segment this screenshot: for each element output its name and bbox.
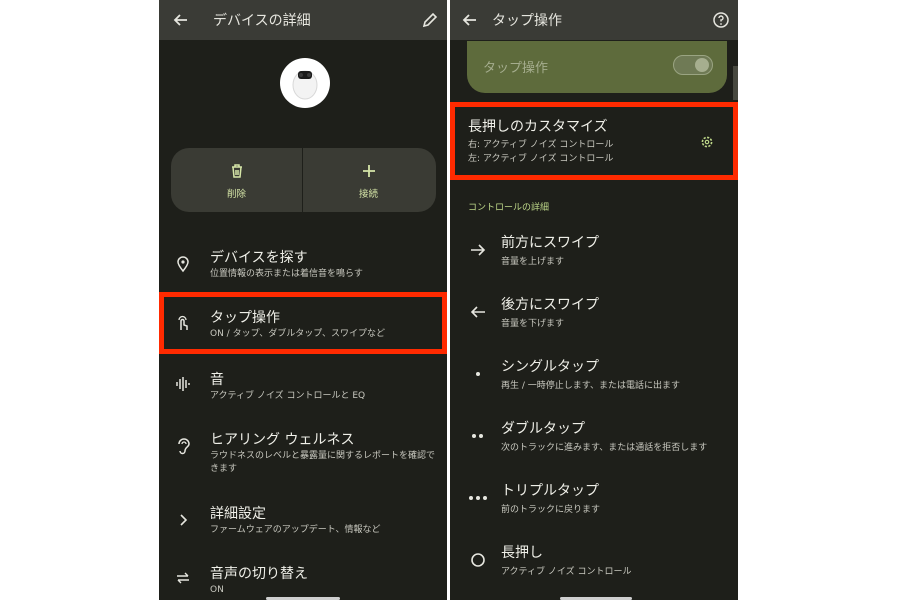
control-swipe-backward[interactable]: 後方にスワイプ 音量を下げます xyxy=(450,290,738,340)
delete-button[interactable]: 削除 xyxy=(171,148,302,212)
control-single-tap[interactable]: シングルタップ 再生 / 一時停止します、または電話に出ます xyxy=(450,352,738,402)
control-double-tap[interactable]: ダブルタップ 次のトラックに進みます、または通話を拒否します xyxy=(450,414,738,464)
ear-icon xyxy=(173,436,193,456)
control-triple-tap[interactable]: トリプルタップ 前のトラックに戻ります xyxy=(450,476,738,526)
page-title: タップ操作 xyxy=(492,13,562,29)
control-subtitle: アクティブ ノイズ コントロール xyxy=(501,567,632,577)
item-subtitle: ON xyxy=(210,585,224,595)
settings-item-find-device[interactable]: デバイスを探す 位置情報の表示または着信音を鳴らす xyxy=(159,240,447,290)
control-title: 長押し xyxy=(501,545,543,561)
trash-icon xyxy=(228,162,246,180)
item-title: 詳細設定 xyxy=(210,506,266,522)
control-subtitle: 音量を下げます xyxy=(501,319,565,329)
single-dot-icon xyxy=(468,364,488,384)
double-dot-icon xyxy=(468,426,488,446)
item-subtitle: ラウドネスのレベルと暴露量に関するレポートを確認できます xyxy=(210,451,436,474)
delete-label: 削除 xyxy=(226,189,246,200)
arrow-left-icon xyxy=(468,302,488,322)
arrow-back-icon[interactable] xyxy=(460,10,480,30)
help-circle-icon[interactable] xyxy=(711,10,731,30)
control-title: 後方にスワイプ xyxy=(501,297,599,313)
action-buttons: 削除 接続 xyxy=(171,148,436,212)
arrow-back-icon[interactable] xyxy=(171,10,191,30)
connect-label: 接続 xyxy=(358,189,378,200)
control-title: ダブルタップ xyxy=(501,421,585,437)
control-title: トリプルタップ xyxy=(501,483,599,499)
settings-item-advanced[interactable]: 詳細設定 ファームウェアのアップデート、情報など xyxy=(159,496,447,546)
control-title: シングルタップ xyxy=(501,359,599,375)
plus-icon xyxy=(360,162,378,180)
control-title: 前方にスワイプ xyxy=(501,235,599,251)
left-screen: デバイスの詳細 削除 接続 デバイスを探す 位置情報の表示または着信音を鳴らす … xyxy=(159,0,447,600)
item-title: デバイスを探す xyxy=(210,250,308,266)
triple-dot-icon xyxy=(468,488,488,508)
toggle-label: タップ操作 xyxy=(483,61,549,76)
top-app-bar: デバイスの詳細 xyxy=(159,0,447,40)
section-header: コントロールの詳細 xyxy=(468,203,550,213)
highlight-box-tap-controls xyxy=(159,292,447,354)
pencil-icon[interactable] xyxy=(420,10,440,30)
top-app-bar: タップ操作 xyxy=(450,0,738,40)
item-subtitle: アクティブ ノイズ コントロールと EQ xyxy=(210,391,366,401)
control-subtitle: 次のトラックに進みます、または通話を拒否します xyxy=(501,443,708,453)
circle-outline-icon xyxy=(468,550,488,570)
item-title: 音 xyxy=(210,372,224,388)
control-subtitle: 前のトラックに戻ります xyxy=(501,505,601,515)
location-pin-icon xyxy=(173,254,193,274)
control-swipe-forward[interactable]: 前方にスワイプ 音量を上げます xyxy=(450,228,738,278)
right-screen: タップ操作 タップ操作 長押しのカスタマイズ 右: アクティブ ノイズ コントロ… xyxy=(450,0,738,600)
settings-item-sound[interactable]: 音 アクティブ ノイズ コントロールと EQ xyxy=(159,362,447,412)
item-subtitle: 位置情報の表示または着信音を鳴らす xyxy=(210,269,363,279)
control-long-press[interactable]: 長押し アクティブ ノイズ コントロール xyxy=(450,538,738,588)
tap-controls-toggle-card[interactable]: タップ操作 xyxy=(467,41,727,93)
connect-button[interactable]: 接続 xyxy=(303,148,434,212)
sound-wave-icon xyxy=(173,374,193,394)
page-title: デバイスの詳細 xyxy=(213,13,311,29)
control-subtitle: 音量を上げます xyxy=(501,257,565,267)
highlight-box-long-press xyxy=(450,102,738,180)
scrollbar[interactable] xyxy=(733,66,738,100)
settings-item-hearing-wellness[interactable]: ヒアリング ウェルネス ラウドネスのレベルと暴露量に関するレポートを確認できます xyxy=(159,422,447,482)
tap-controls-switch[interactable] xyxy=(673,55,713,75)
item-subtitle: ファームウェアのアップデート、情報など xyxy=(210,525,381,535)
swap-arrows-icon xyxy=(173,568,193,588)
item-title: ヒアリング ウェルネス xyxy=(210,432,355,448)
item-title: 音声の切り替え xyxy=(210,566,308,582)
control-subtitle: 再生 / 一時停止します、または電話に出ます xyxy=(501,381,681,391)
settings-item-audio-switch[interactable]: 音声の切り替え ON xyxy=(159,556,447,600)
chevron-right-icon xyxy=(173,510,193,530)
earbuds-case-avatar xyxy=(280,58,330,108)
arrow-right-icon xyxy=(468,240,488,260)
switch-knob xyxy=(695,58,709,72)
